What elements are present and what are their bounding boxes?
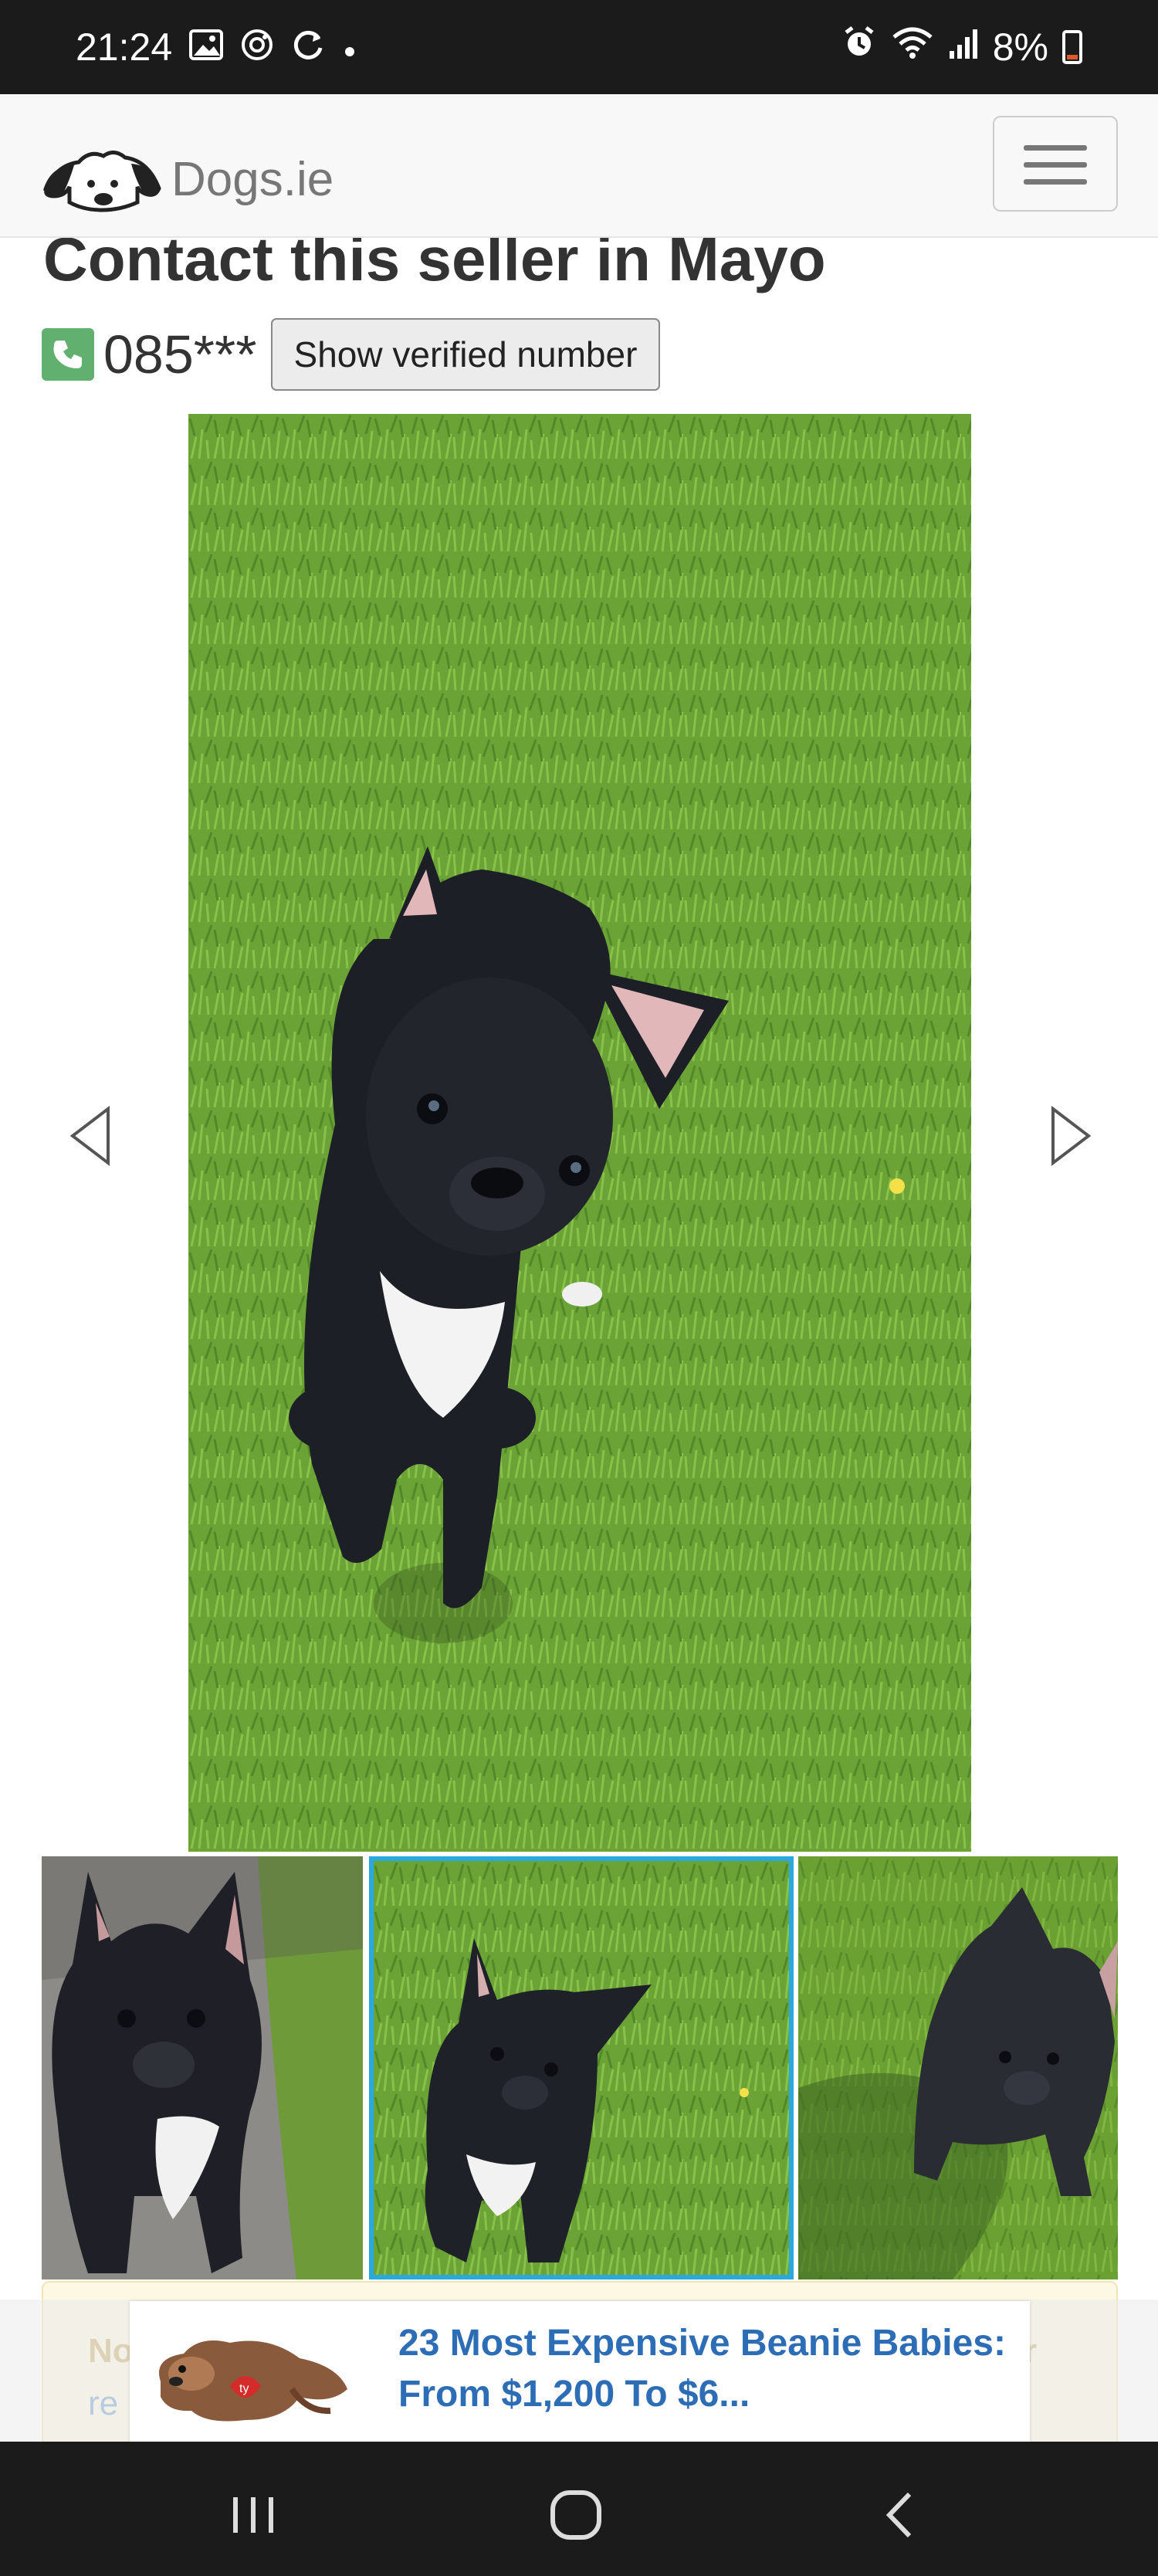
battery-percent: 8% bbox=[992, 25, 1048, 69]
back-icon[interactable] bbox=[871, 2488, 933, 2542]
ad-headline[interactable]: 23 Most Expensive Beanie Babies: From $1… bbox=[398, 2318, 1016, 2420]
show-verified-number-button[interactable]: Show verified number bbox=[270, 318, 661, 391]
page-content: Contact this seller in Mayo 085*** Show … bbox=[0, 238, 1158, 2442]
home-icon[interactable] bbox=[545, 2488, 607, 2542]
hamburger-menu-button[interactable] bbox=[993, 116, 1118, 212]
menu-bar-top bbox=[1024, 145, 1087, 151]
photo-thumbnail-1[interactable] bbox=[42, 1856, 363, 2279]
menu-bar-middle bbox=[1024, 162, 1087, 168]
advertisement-banner[interactable]: ty 23 Most Expensive Beanie Babies: From… bbox=[130, 2301, 1030, 2442]
expand-fullscreen-icon[interactable] bbox=[1042, 442, 1090, 490]
ad-headline-line1: 23 Most Expensive Beanie Babies: bbox=[398, 2323, 1006, 2364]
photo-thumbnail-2-selected[interactable] bbox=[369, 1856, 794, 2279]
status-bar: 21:24 8% bbox=[0, 0, 1158, 94]
phone-row: 085*** Show verified number bbox=[42, 318, 661, 391]
main-listing-photo[interactable] bbox=[188, 414, 971, 1852]
phone-icon bbox=[42, 328, 94, 381]
menu-bar-bottom bbox=[1024, 179, 1087, 185]
instagram-icon bbox=[240, 28, 274, 67]
brand-name: Dogs.ie bbox=[171, 153, 334, 206]
system-navigation-bar bbox=[0, 2442, 1158, 2576]
photo-thumbnail-strip bbox=[42, 1856, 1118, 2279]
ad-headline-line2: From $1,200 To $6... bbox=[398, 2374, 750, 2415]
svg-text:ty: ty bbox=[239, 2382, 249, 2395]
dot-icon bbox=[342, 29, 357, 65]
battery-icon bbox=[1062, 30, 1082, 64]
status-left: 21:24 bbox=[76, 25, 357, 69]
photo-thumbnail-3[interactable] bbox=[798, 1856, 1118, 2279]
status-right: 8% bbox=[841, 25, 1082, 69]
sync-icon bbox=[291, 28, 325, 67]
gallery-icon bbox=[189, 29, 224, 66]
wifi-icon bbox=[891, 25, 934, 69]
next-photo-arrow-icon[interactable] bbox=[1047, 1104, 1095, 1168]
status-time: 21:24 bbox=[76, 25, 173, 69]
alarm-icon bbox=[841, 25, 877, 69]
phone-number-partial: 085*** bbox=[103, 324, 257, 385]
recent-apps-icon[interactable] bbox=[222, 2488, 284, 2542]
signal-icon bbox=[948, 25, 979, 69]
ad-image-beanie-baby[interactable]: ty bbox=[145, 2312, 354, 2435]
site-logo[interactable]: Dogs.ie bbox=[40, 142, 334, 217]
dog-logo-icon bbox=[40, 142, 164, 217]
previous-photo-arrow-icon[interactable] bbox=[66, 1104, 114, 1168]
site-navbar: Dogs.ie bbox=[0, 94, 1158, 238]
contact-seller-heading: Contact this seller in Mayo bbox=[43, 238, 826, 293]
